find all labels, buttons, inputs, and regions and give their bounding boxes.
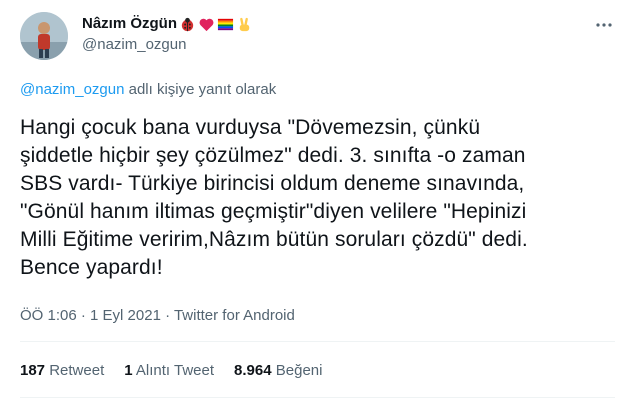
ladybug-icon <box>181 17 194 31</box>
handle[interactable]: @nazim_ozgun <box>82 35 253 55</box>
divider-top <box>20 341 615 342</box>
quote-tweet-count[interactable]: 1 Alıntı Tweet <box>124 362 214 379</box>
display-name[interactable]: Nâzım Özgün <box>82 14 253 34</box>
tweet: Nâzım Özgün @nazim_ozgun @nazim_ozgun ad… <box>0 0 635 400</box>
reply-mention-link[interactable]: @nazim_ozgun <box>20 81 124 98</box>
avatar-photo <box>20 12 68 60</box>
divider-bottom <box>20 397 615 398</box>
tweet-stats: 187 Retweet 1 Alıntı Tweet 8.964 Beğeni <box>20 362 322 379</box>
victory-hand-icon <box>239 17 250 31</box>
rainbow-flag-icon <box>217 18 234 30</box>
tweet-timestamp[interactable]: ÖÖ 1:06 · 1 Eyl 2021 · Twitter for Andro… <box>20 307 295 324</box>
reply-context-text: adlı kişiye yanıt olarak <box>124 81 277 98</box>
display-name-text: Nâzım Özgün <box>82 15 178 32</box>
more-horizontal-icon[interactable] <box>595 16 613 39</box>
red-heart-icon <box>199 18 214 31</box>
user-info: Nâzım Özgün @nazim_ozgun <box>82 14 253 55</box>
reply-context: @nazim_ozgun adlı kişiye yanıt olarak <box>20 81 276 98</box>
tweet-text: Hangi çocuk bana vurduysa "Dövemezsin, ç… <box>20 116 528 279</box>
like-count[interactable]: 8.964 Beğeni <box>234 362 322 379</box>
avatar[interactable] <box>20 12 68 60</box>
retweet-count[interactable]: 187 Retweet <box>20 362 104 379</box>
